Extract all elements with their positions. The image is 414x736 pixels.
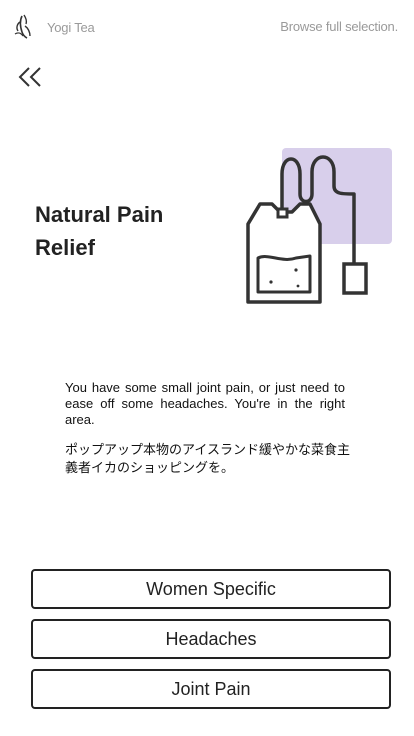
- description: You have some small joint pain, or just …: [65, 380, 345, 427]
- brand-name: Yogi Tea: [47, 20, 95, 35]
- option-joint-pain-button[interactable]: Joint Pain: [31, 669, 391, 709]
- yogi-logo-icon: [14, 14, 31, 39]
- description-japanese: ポップアップ本物のアイスランド緩やかな菜食主義者イカのショッピングを。: [65, 442, 350, 475]
- option-headaches-button[interactable]: Headaches: [31, 619, 391, 659]
- header: Yogi Tea Browse full selection.: [0, 0, 414, 56]
- option-women-specific-button[interactable]: Women Specific: [31, 569, 391, 609]
- browse-selection-link[interactable]: Browse full selection.: [280, 19, 398, 34]
- tea-bag-icon: [246, 148, 392, 304]
- page-title: Natural Pain Relief: [35, 202, 164, 260]
- double-chevron-left-icon[interactable]: [16, 62, 46, 92]
